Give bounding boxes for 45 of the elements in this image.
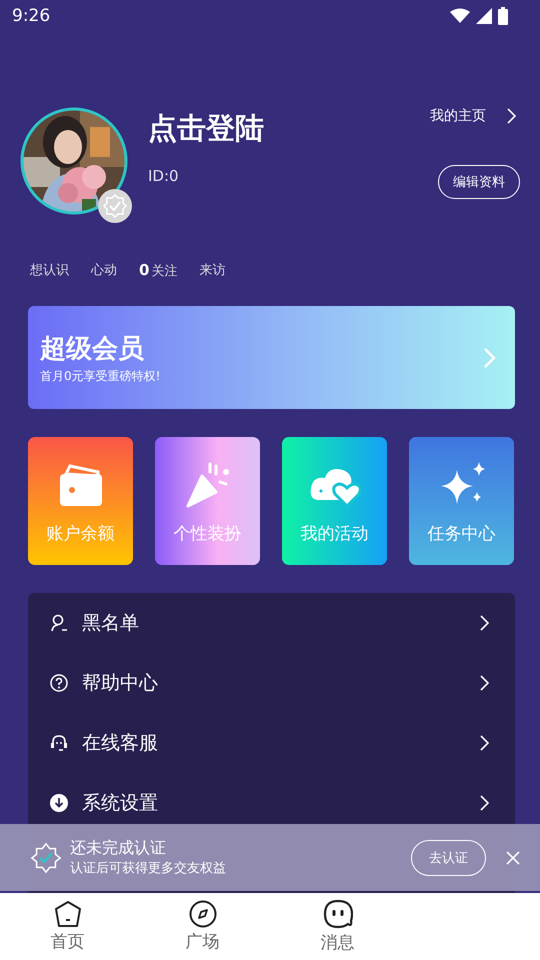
signal-icon (476, 8, 492, 24)
party-popper-icon (184, 462, 232, 508)
toast-title: 还未完成认证 (70, 838, 167, 859)
chevron-icon (506, 108, 516, 124)
menu-label: 帮助中心 (82, 671, 158, 696)
homepage-link[interactable]: 我的主页 (430, 106, 520, 125)
stat-link[interactable]: 来访 (199, 260, 226, 280)
user-icon (50, 614, 68, 632)
status-time: 9:26 (12, 6, 50, 26)
menu-item[interactable]: 在线客服 (28, 713, 515, 774)
wallet-icon (58, 464, 104, 508)
stat-link[interactable]: 想认识 (30, 260, 69, 280)
user-id: ID:0 (148, 166, 180, 185)
close-icon[interactable] (506, 850, 520, 864)
chat-bubble-icon (322, 899, 352, 930)
nav-tab[interactable]: 消息 (270, 893, 405, 960)
chevron-icon (479, 675, 489, 692)
nav-tab[interactable]: 首页 (0, 893, 135, 960)
battery-icon (498, 7, 508, 26)
edit-profile-button[interactable]: 编辑资料 (438, 164, 520, 199)
chevron-icon (479, 735, 489, 752)
stat-link[interactable]: 0 关注 (139, 260, 178, 280)
chevron-icon (483, 346, 497, 369)
vip-title: 超级会员 (40, 332, 145, 366)
menu-item[interactable]: 帮助中心 (28, 653, 515, 714)
chevron-icon (479, 615, 489, 632)
menu-label: 系统设置 (82, 791, 158, 816)
menu-label: 在线客服 (82, 731, 158, 756)
login-prompt[interactable]: 点击登陆 (148, 108, 264, 149)
home-icon (54, 900, 82, 928)
menu-item[interactable]: 系统设置 (28, 773, 515, 834)
vip-banner[interactable]: 超级会员 首月0元享受重磅特权! (28, 306, 515, 410)
headset-icon (50, 734, 68, 752)
wifi-icon (450, 8, 470, 24)
menu-label: 黑名单 (82, 611, 139, 636)
compass-icon (188, 900, 216, 928)
stat-link[interactable]: 心动 (91, 260, 117, 280)
download-circle-icon (50, 794, 68, 812)
verified-badge-icon (30, 842, 62, 874)
chevron-icon (479, 795, 489, 812)
vip-subtitle: 首月0元享受重磅特权! (40, 368, 160, 385)
toast-subtitle: 认证后可获得更多交友权益 (70, 860, 226, 877)
question-icon (50, 674, 68, 692)
nav-tab[interactable]: 广场 (135, 893, 270, 960)
menu-item[interactable]: 黑名单 (28, 593, 515, 654)
